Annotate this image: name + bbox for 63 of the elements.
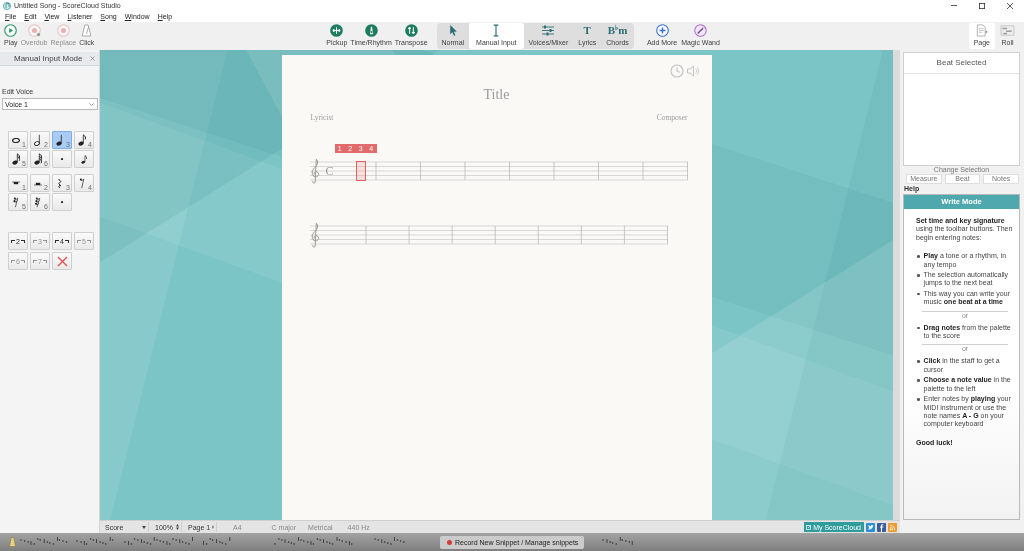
sliders-icon [541,24,556,37]
plus-circle-icon [655,24,669,37]
horizontal-arrows-icon [330,24,344,37]
cursor-arrow-icon [447,24,458,37]
clock-icon [669,64,684,78]
minimize-icon [951,5,957,6]
eighth-rest-icon [78,177,85,189]
bullet-icon [917,274,920,277]
bullet-icon [917,326,920,330]
quarter-note-icon [55,134,64,146]
thirty-second-rest-icon [34,196,41,208]
treble-clef-icon [309,158,321,184]
metronome-icon [9,537,16,547]
twitter-icon [866,522,875,532]
snippet-thumbnail [202,536,232,548]
sixteenth-note-icon [11,153,20,165]
bullet-icon [917,255,920,258]
thirty-second-note-icon [33,153,42,165]
bullet-icon [917,379,920,382]
half-note-icon [33,134,42,146]
app-icon [3,1,11,10]
close-icon [90,56,95,61]
speaker-icon [685,64,700,78]
maximize-icon [979,2,985,9]
time-signature: C [325,165,334,177]
snippet-thumbnail [20,536,70,548]
bullet-icon [917,292,920,296]
stepper-icon [176,524,179,530]
record-dot-icon [447,539,452,545]
dot-icon [60,157,64,161]
external-link-icon [806,524,812,530]
text-cursor-icon [492,24,501,37]
metronome-icon [364,24,378,37]
record-icon [56,24,70,37]
grace-note-icon [81,154,87,164]
up-down-arrows-icon [404,24,418,37]
bullet-icon [917,398,920,401]
whole-note-icon [11,137,20,143]
dot-icon [60,200,64,204]
page-icon [975,24,989,37]
close-icon [1007,2,1013,9]
panel-title: Manual Input Mode [14,54,83,63]
panel-title: Beat Selected [904,53,1019,74]
metronome-icon [81,24,93,37]
quarter-rest-icon [57,177,62,189]
treble-clef-icon [309,222,321,248]
rss-icon [888,522,897,532]
half-rest-icon [33,180,42,186]
bullet-icon [917,360,920,364]
eighth-note-icon [77,134,86,146]
sixteenth-rest-icon [12,196,19,208]
cross-icon [56,255,68,267]
caret-down-icon [142,525,146,529]
whole-rest-icon [11,180,20,186]
chevron-down-icon [89,102,94,106]
delete-button[interactable] [52,252,72,270]
score-title: Title [482,87,511,103]
snippet-thumbnail [76,536,116,548]
note-value-button[interactable] [74,150,94,168]
facebook-icon [877,522,886,532]
snippet-thumbnail [124,536,196,548]
record-plus-icon [27,24,41,37]
play-icon [4,24,18,37]
